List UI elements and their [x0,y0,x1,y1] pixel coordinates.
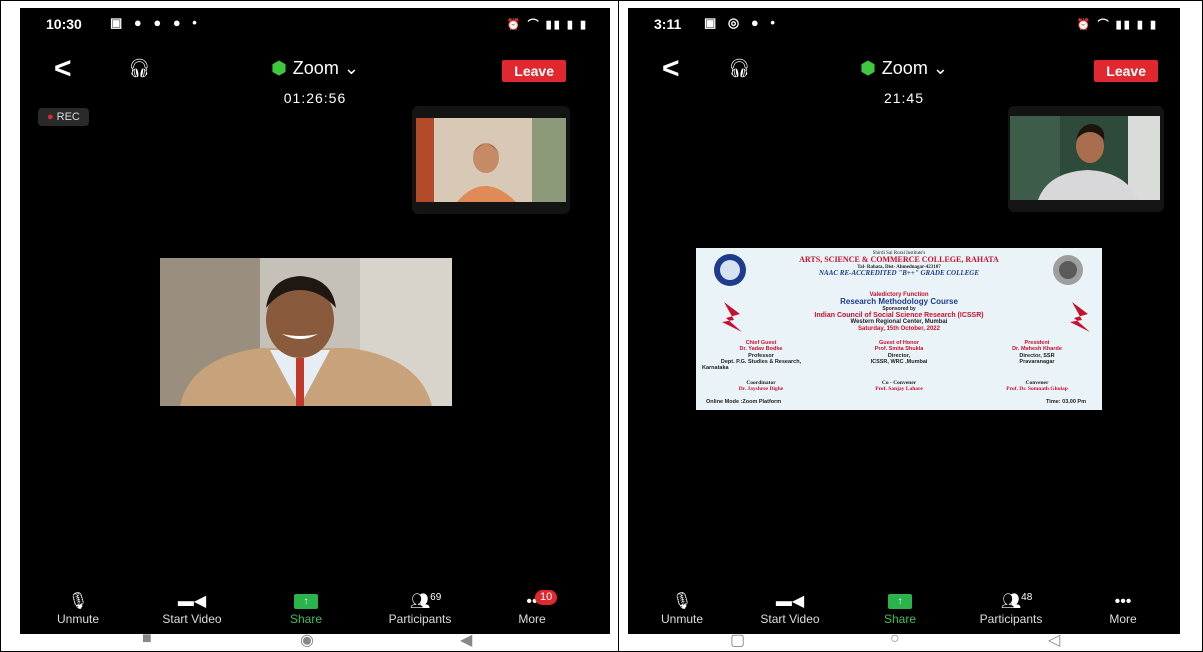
video-off-icon: ▬◀ [177,593,207,610]
start-video-label: Start Video [162,612,222,626]
participants-button[interactable]: 👥︎ 69 Participants [375,592,465,626]
share-label: Share [289,612,323,626]
active-speaker-video [160,258,452,406]
participant-video-man [1010,116,1160,200]
status-time: 10:30 [46,16,82,32]
shield-icon: ⬢ [860,58,876,78]
banner-naac: NAAC RE-ACCREDITED "B++" GRADE COLLEGE [818,268,980,277]
share-arrow-icon: ↑ [888,594,912,610]
meeting-title-label: Zoom [881,58,928,78]
chevron-down-icon: ⌄ [932,58,948,78]
leave-button[interactable]: Leave [1094,60,1158,82]
participants-count: 48 [1021,592,1033,603]
muted-mic-icon: 🎙︎ [67,593,89,610]
signal-battery-icon: ⏰ ⌒ ▮▮ ▮ ▮ [506,19,588,31]
meeting-toolbar: 🎙︎ Unmute ▬◀ Start Video ↑ Share 👥︎ 69 Pa… [20,590,610,628]
notification-icons: ▣ ● ● ● • [110,15,201,30]
video-off-icon: ▬◀ [775,593,805,610]
zoom-screenshot-right: 3:11 ▣ ◎ ● • ⏰ ⌒ ▮▮ ▮ ▮ < 🎧︎ ⬢ Zoom ⌄ Lea… [628,8,1180,648]
meeting-title-label: Zoom [292,58,339,78]
meeting-timer: 21:45 [883,90,925,106]
participant-video-woman [416,118,566,202]
status-bar: 10:30 ▣ ● ● ● • ⏰ ⌒ ▮▮ ▮ ▮ [20,12,610,36]
android-nav-bar: ▢ ○ ◁ [628,630,1180,648]
home-icon[interactable]: ◉ [300,630,314,648]
share-arrow-icon: ↑ [294,594,318,610]
meeting-top-bar: < 🎧︎ ⬢ Zoom ⌄ Leave [20,54,610,86]
more-dots-icon: ••• [1114,593,1132,610]
share-button[interactable]: ↑ Share [261,592,351,626]
banner-college: ARTS, SCIENCE & COMMERCE COLLEGE, RAHATA [799,255,999,265]
unmute-label: Unmute [660,612,704,626]
more-button[interactable]: •• 10 More [487,590,577,626]
guest-of-honor-org: ICSSR, WRC ,Mumbai [870,358,928,365]
participants-count: 69 [430,592,442,603]
column-divider [618,0,619,652]
more-label: More [1109,612,1137,626]
signal-battery-icon: ⏰ ⌒ ▮▮ ▮ ▮ [1076,19,1158,31]
record-dot-icon: ● [47,111,54,123]
status-time: 3:11 [654,16,682,32]
back-nav-icon[interactable]: ◁ [1048,630,1060,648]
shield-icon: ⬢ [271,58,287,78]
more-badge: 10 [535,590,558,605]
more-button[interactable]: ••• More [1078,592,1168,626]
more-label: More [518,612,546,626]
share-button[interactable]: ↑ Share [855,592,945,626]
zoom-screenshot-left: 10:30 ▣ ● ● ● • ⏰ ⌒ ▮▮ ▮ ▮ < 🎧︎ ⬢ Zoom ⌄ … [20,8,610,648]
president-place: Pravaranagar [1019,358,1055,365]
notification-icons: ▣ ◎ ● • [704,15,779,30]
home-icon[interactable]: ○ [890,630,900,648]
start-video-button[interactable]: ▬◀ Start Video [147,592,237,626]
chevron-down-icon: ⌄ [343,58,359,78]
participants-label: Participants [979,612,1043,626]
start-video-button[interactable]: ▬◀ Start Video [745,592,835,626]
participant-video-man [160,258,452,406]
unmute-label: Unmute [56,612,100,626]
leave-button[interactable]: Leave [502,60,566,82]
muted-mic-icon: 🎙︎ [671,593,693,610]
start-video-label: Start Video [760,612,820,626]
participants-icon: 👥︎ [1000,593,1022,610]
rec-indicator: ● REC [38,108,89,126]
banner-time: Time: 03.00 Pm [1046,399,1086,405]
banner-council: Indian Council of Social Science Researc… [814,311,984,319]
meeting-timer: 01:26:56 [283,90,347,106]
unmute-button[interactable]: 🎙︎ Unmute [637,592,727,626]
android-nav-bar: ■ ◉ ◀ [20,630,610,648]
participants-icon: 👥︎ [409,593,431,610]
participants-button[interactable]: 👥︎ 48 Participants [966,592,1056,626]
recent-apps-icon[interactable]: ▢ [730,630,745,648]
self-video-thumbnail[interactable] [412,106,570,214]
co-convener-name: Prof. Sanjay Lahare [875,386,923,393]
status-bar: 3:11 ▣ ◎ ● • ⏰ ⌒ ▮▮ ▮ ▮ [628,12,1180,36]
shared-screen-banner: Shirdi Sai Rural Institute's ARTS, SCIEN… [696,248,1102,410]
banner-date: Saturday, 15th October, 2022 [858,325,940,332]
participants-label: Participants [388,612,452,626]
coordinator-name: Dr. Jayshree Dighe [738,386,784,393]
unmute-button[interactable]: 🎙︎ Unmute [33,592,123,626]
back-nav-icon[interactable]: ◀ [460,630,472,648]
convener-name: Prof. Dr. Somnath Gholap [1006,386,1068,393]
chief-guest-place: Karnataka [702,365,729,372]
banner-mode: Online Mode :Zoom Platform [706,399,782,405]
rec-label: REC [56,111,80,123]
meeting-toolbar: 🎙︎ Unmute ▬◀ Start Video ↑ Share 👥︎ 48 Pa… [628,592,1180,628]
share-label: Share [883,612,917,626]
meeting-top-bar: < 🎧︎ ⬢ Zoom ⌄ Leave [628,54,1180,86]
self-video-thumbnail[interactable] [1008,106,1164,212]
recent-apps-icon[interactable]: ■ [142,630,152,648]
